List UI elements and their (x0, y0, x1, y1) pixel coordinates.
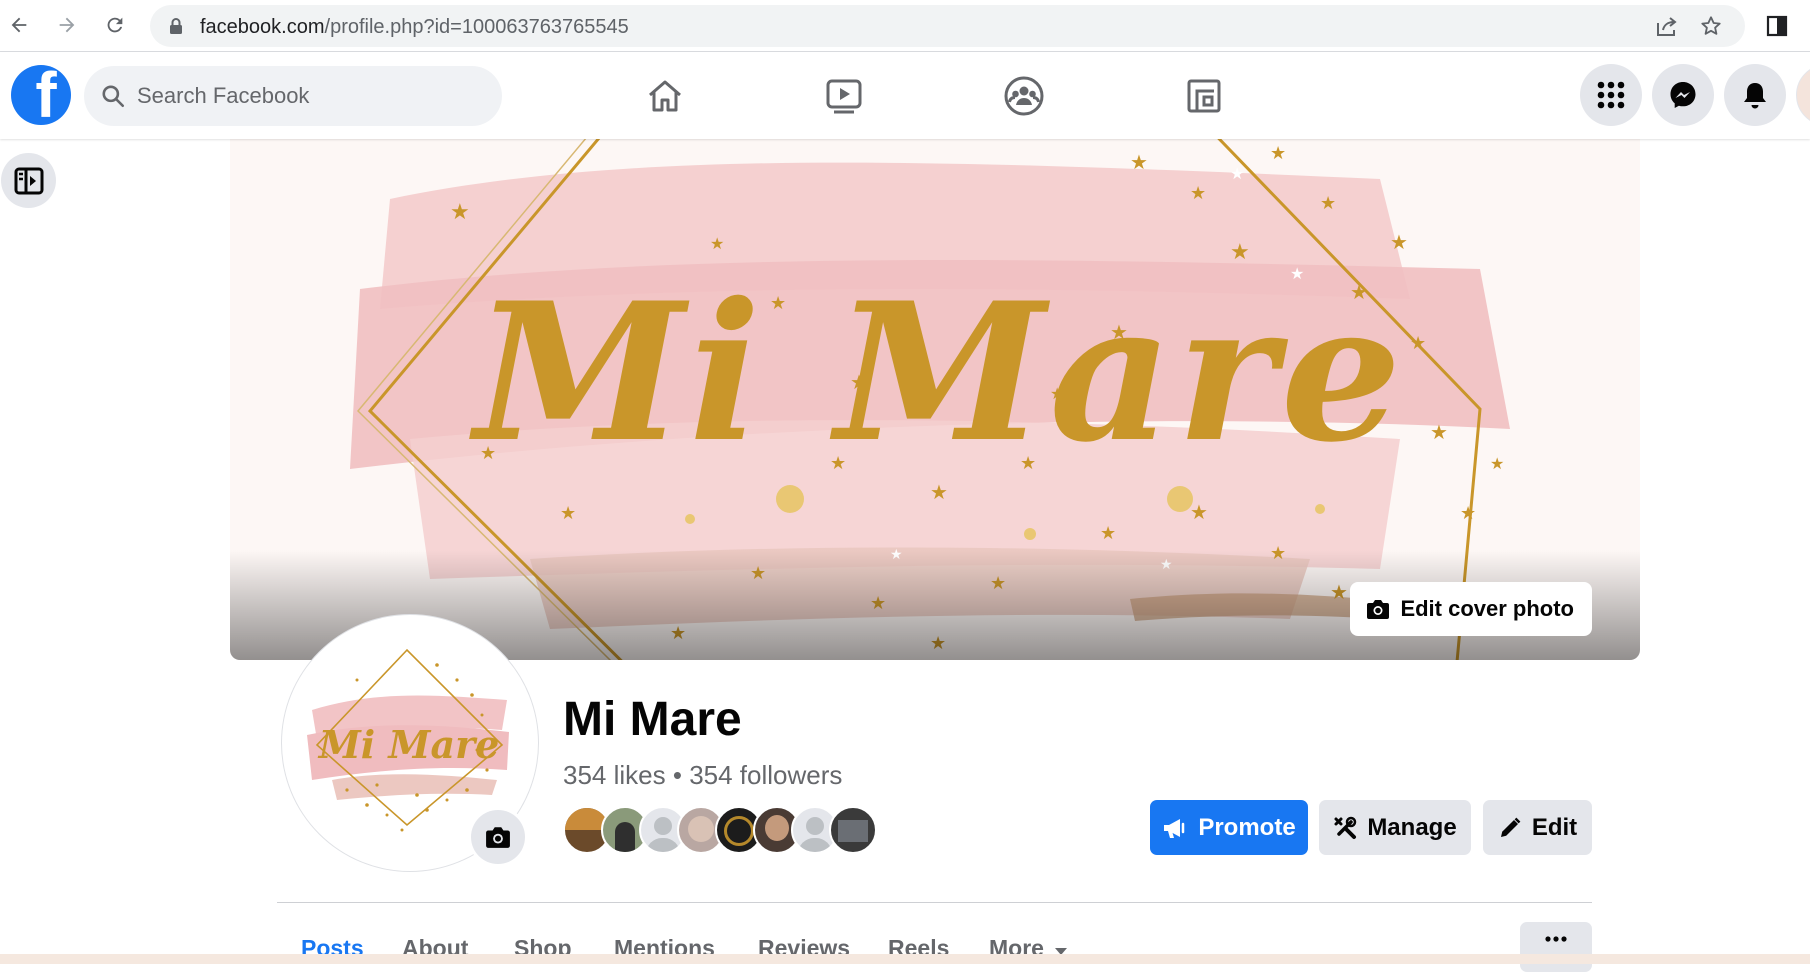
messenger-button[interactable] (1652, 64, 1714, 126)
svg-text:★: ★ (1430, 420, 1448, 444)
edit-label: Edit (1531, 813, 1578, 841)
url-path: /profile.php?id=100063763765545 (324, 16, 629, 38)
more-options-button[interactable] (1520, 922, 1592, 972)
forward-arrow-icon (59, 17, 75, 33)
back-button[interactable] (0, 6, 38, 44)
url-text: facebook.com/profile.php?id=100063763765… (200, 16, 629, 39)
reload-icon (107, 17, 123, 33)
collapse-sidebar-button[interactable] (1, 153, 56, 208)
tab-gaming[interactable] (1178, 70, 1230, 122)
reload-button[interactable] (96, 6, 134, 44)
promote-label: Promote (1198, 813, 1296, 841)
svg-text:★: ★ (1270, 143, 1286, 164)
svg-text:★: ★ (450, 200, 470, 225)
camera-icon (1367, 600, 1390, 619)
search-placeholder: Search Facebook (137, 83, 310, 108)
notifications-button[interactable] (1724, 64, 1786, 126)
edit-button[interactable]: Edit (1483, 800, 1592, 855)
browser-toolbar: facebook.com/profile.php?id=100063763765… (0, 0, 1810, 52)
forward-button[interactable] (48, 6, 86, 44)
svg-text:★: ★ (1190, 183, 1206, 204)
cover-photo[interactable]: ★ ★ ★ ★ ★ ★ ★ ★ ★ ★ ★ ★ ★ ★ ★ ★ ★ ★ ★ ★ … (230, 139, 1640, 660)
tools-icon (1334, 816, 1357, 839)
avatar-brand-text: Mi Mare (317, 722, 500, 767)
svg-text:★: ★ (1490, 454, 1504, 473)
tab-watch[interactable] (818, 70, 870, 122)
manage-button[interactable]: Manage (1319, 800, 1471, 855)
edit-cover-photo-label: Edit cover photo (1400, 596, 1574, 621)
sidebar-toggle-icon (14, 167, 43, 194)
cover-brand-text: Mi Mare (468, 261, 1405, 484)
svg-text:★: ★ (560, 503, 576, 524)
search-input[interactable]: Search Facebook (84, 66, 502, 126)
back-arrow-icon (11, 17, 27, 33)
svg-text:★: ★ (1410, 333, 1426, 354)
svg-text:★: ★ (1320, 193, 1336, 214)
bookmark-star-icon[interactable] (1700, 15, 1722, 37)
home-icon (649, 80, 681, 112)
menu-button[interactable] (1580, 64, 1642, 126)
update-profile-picture-button[interactable] (471, 810, 525, 864)
svg-text:★: ★ (1130, 150, 1148, 174)
page-stats: 354 likes • 354 followers (563, 760, 842, 791)
search-icon (102, 85, 125, 108)
bottom-edge-strip (0, 954, 1810, 964)
manage-label: Manage (1367, 813, 1457, 841)
address-bar[interactable]: facebook.com/profile.php?id=100063763765… (150, 5, 1745, 47)
apps-grid-icon (1597, 81, 1625, 109)
section-divider (277, 902, 1592, 903)
svg-text:★: ★ (1230, 164, 1244, 183)
facebook-logo-letter: f (35, 65, 57, 125)
gaming-icon (1187, 79, 1221, 113)
share-icon[interactable] (1655, 15, 1679, 37)
video-play-icon (826, 79, 862, 114)
pencil-icon (1500, 817, 1521, 837)
svg-text:★: ★ (1190, 500, 1208, 524)
likes-count[interactable]: 354 likes (563, 760, 666, 790)
megaphone-icon (1164, 818, 1185, 838)
page-title: Mi Mare (563, 693, 742, 746)
messenger-icon (1670, 82, 1696, 108)
side-panel-icon[interactable] (1766, 15, 1788, 37)
tab-groups[interactable] (998, 70, 1050, 122)
svg-text:★: ★ (1100, 523, 1116, 544)
followers-count[interactable]: 354 followers (689, 760, 842, 790)
svg-text:★: ★ (1390, 230, 1408, 254)
follower-avatar[interactable] (829, 806, 877, 854)
groups-icon (1004, 76, 1044, 116)
facebook-logo[interactable]: f (11, 65, 71, 125)
tab-home[interactable] (639, 70, 691, 122)
edit-cover-photo-button[interactable]: Edit cover photo (1350, 582, 1592, 636)
svg-text:★: ★ (1460, 503, 1476, 524)
url-host: facebook.com (200, 16, 325, 38)
facebook-header: f Search Facebook (0, 52, 1810, 139)
promote-button[interactable]: Promote (1150, 800, 1308, 855)
svg-text:★: ★ (710, 234, 724, 253)
account-avatar[interactable] (1796, 64, 1810, 126)
stats-separator: • (672, 760, 682, 790)
ellipsis-icon (1545, 936, 1567, 942)
bell-icon (1744, 83, 1766, 109)
camera-icon (486, 827, 510, 848)
lock-icon (170, 18, 182, 34)
